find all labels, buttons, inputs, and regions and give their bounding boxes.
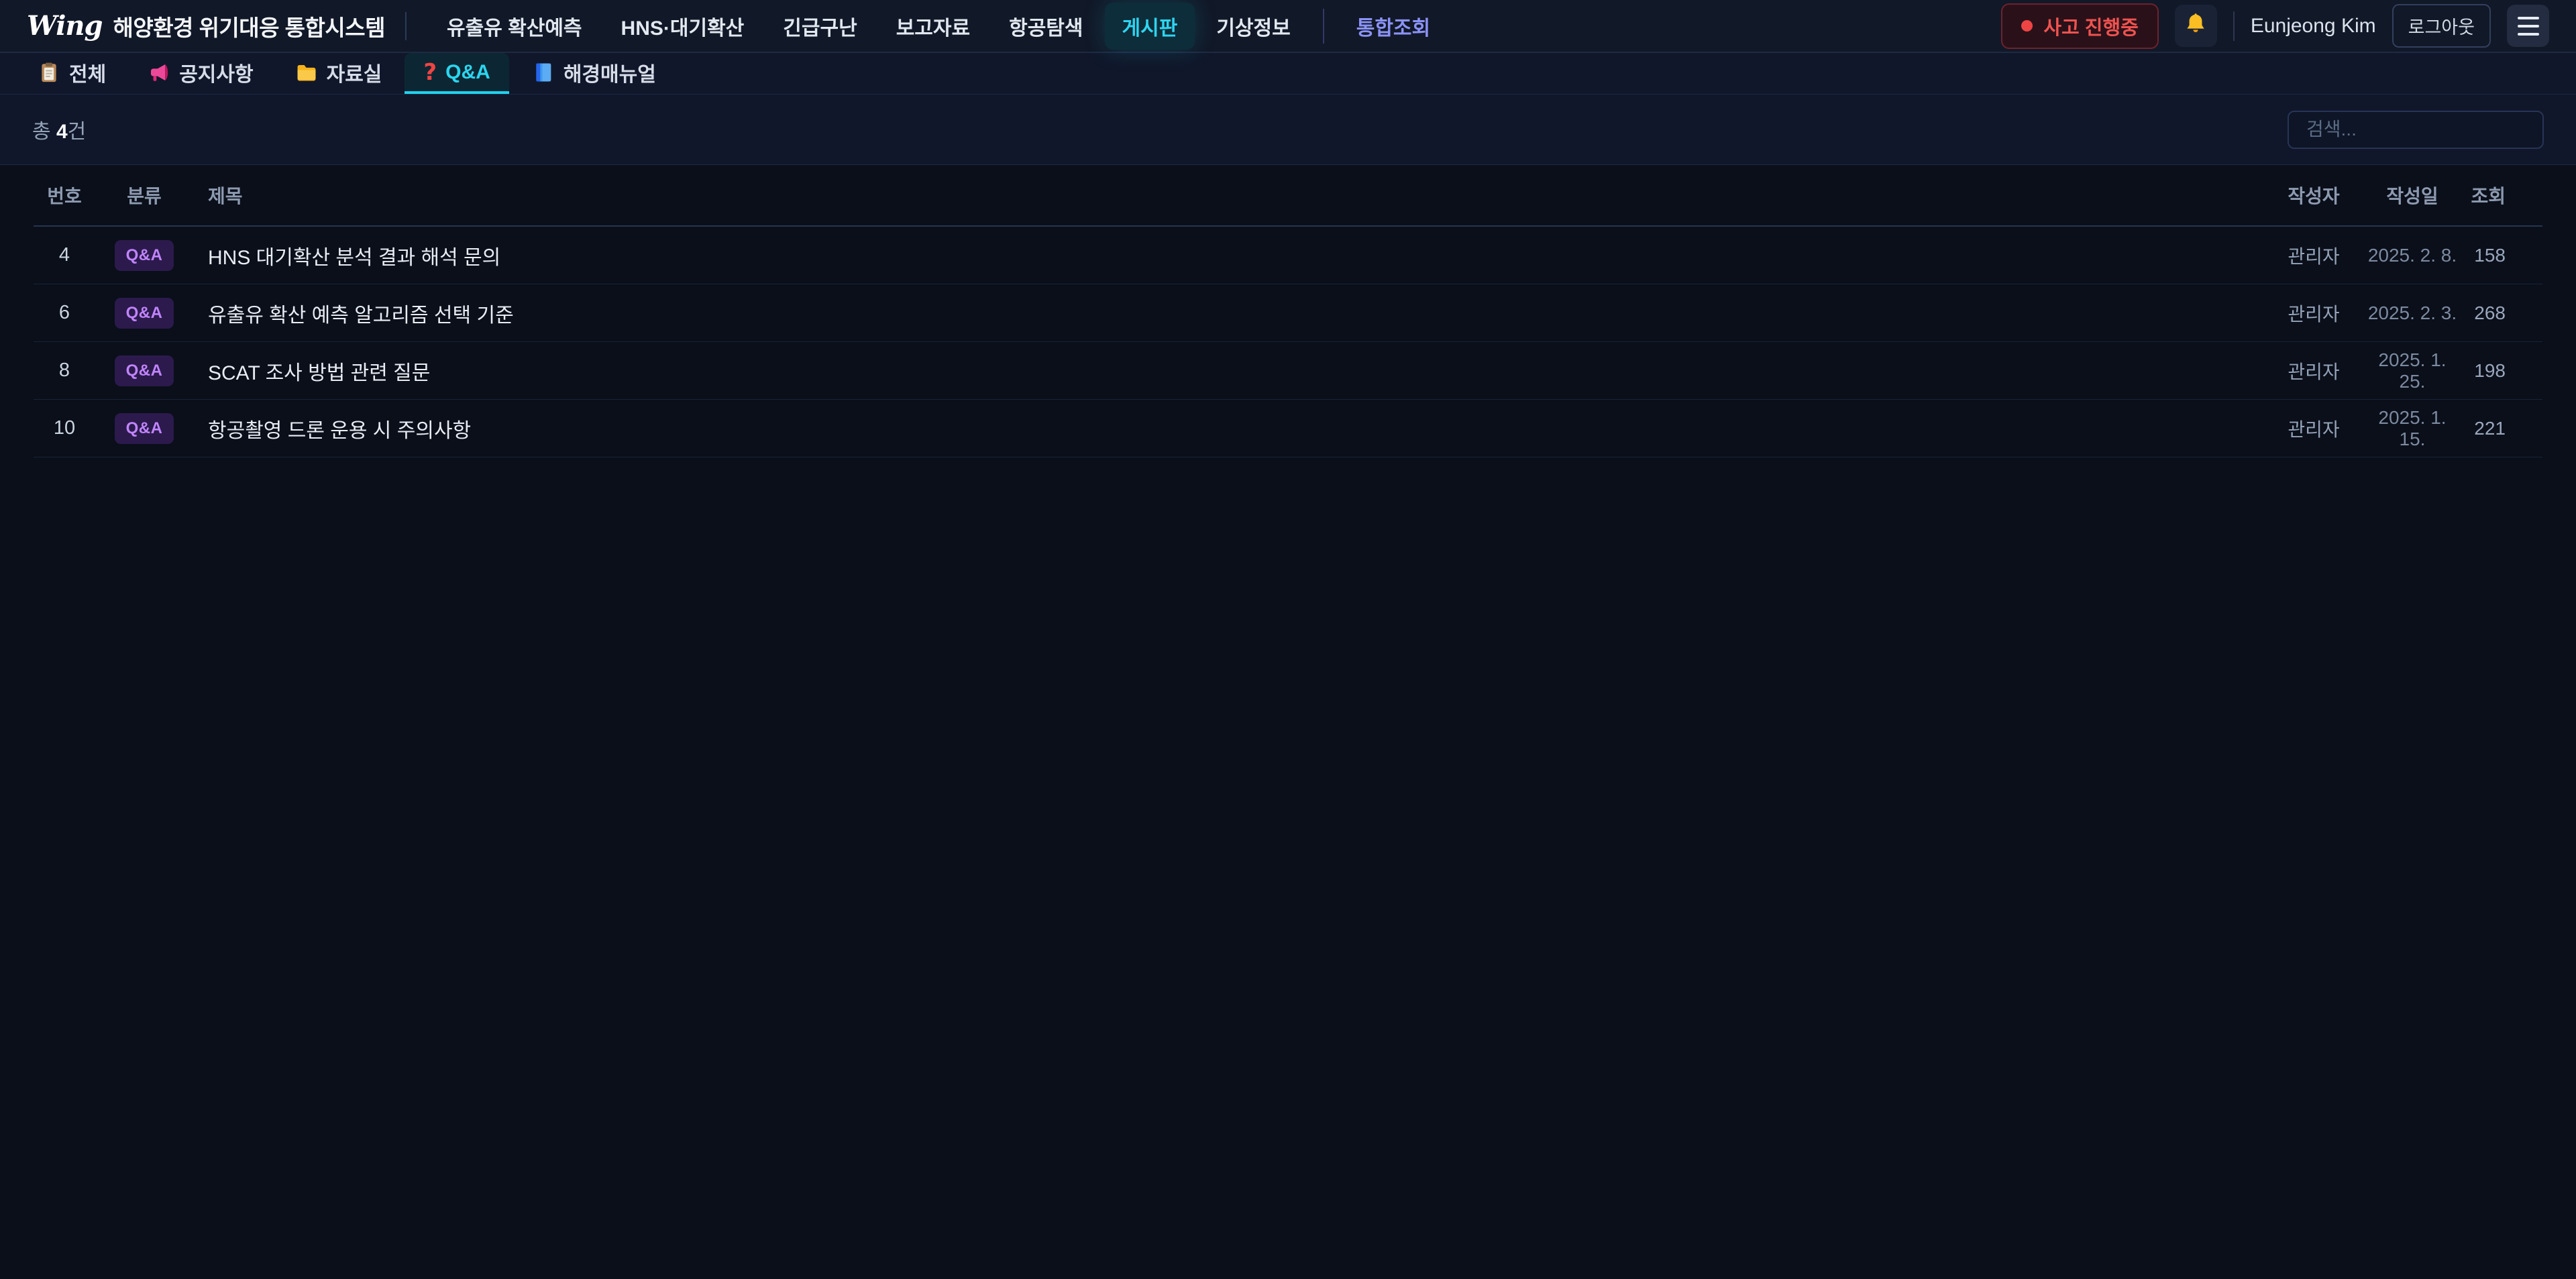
search-input[interactable] bbox=[2288, 111, 2544, 149]
post-views: 198 bbox=[2461, 360, 2542, 382]
row-no: 8 bbox=[34, 359, 95, 382]
table-row[interactable]: 6 Q&A 유출유 확산 예측 알고리즘 선택 기준 관리자 2025. 2. … bbox=[34, 284, 2542, 342]
post-author: 관리자 bbox=[2263, 300, 2364, 327]
qna-board-table: 번호 분류 제목 작성자 작성일 조회 4 Q&A HNS 대기확산 분석 결과… bbox=[34, 165, 2542, 457]
app-logo: Wing bbox=[27, 10, 102, 42]
row-no: 4 bbox=[34, 244, 95, 266]
hamburger-menu-button[interactable] bbox=[2507, 5, 2549, 47]
column-header-category: 분류 bbox=[95, 182, 193, 209]
post-date: 2025. 1. 15. bbox=[2364, 407, 2461, 450]
table-row[interactable]: 10 Q&A 항공촬영 드론 운용 시 주의사항 관리자 2025. 1. 15… bbox=[34, 400, 2542, 457]
logout-button[interactable]: 로그아웃 bbox=[2392, 4, 2491, 48]
row-no: 10 bbox=[34, 417, 95, 439]
post-title[interactable]: SCAT 조사 방법 관련 질문 bbox=[193, 356, 2263, 386]
main-nav: 유출유 확산예측 HNS·대기확산 긴급구난 보고자료 항공탐색 게시판 기상정… bbox=[429, 3, 1448, 50]
post-author: 관리자 bbox=[2263, 415, 2364, 442]
row-no: 6 bbox=[34, 302, 95, 324]
column-header-views: 조회 bbox=[2461, 182, 2542, 209]
user-area-divider bbox=[2233, 11, 2235, 41]
tab-label: 자료실 bbox=[327, 58, 382, 87]
nav-item-oil-spill-prediction[interactable]: 유출유 확산예측 bbox=[429, 3, 600, 50]
question-icon: ? bbox=[423, 59, 437, 86]
folder-icon bbox=[295, 61, 318, 84]
post-title[interactable]: 유출유 확산 예측 알고리즘 선택 기준 bbox=[193, 298, 2263, 328]
tab-kcg-manual[interactable]: 해경매뉴얼 bbox=[513, 53, 675, 94]
post-title[interactable]: 항공촬영 드론 운용 시 주의사항 bbox=[193, 414, 2263, 443]
post-views: 221 bbox=[2461, 418, 2542, 439]
incident-badge-label: 사고 진행중 bbox=[2043, 12, 2138, 40]
post-date: 2025. 2. 3. bbox=[2364, 302, 2461, 324]
table-row[interactable]: 8 Q&A SCAT 조사 방법 관련 질문 관리자 2025. 1. 25. … bbox=[34, 342, 2542, 400]
category-badge: Q&A bbox=[115, 355, 174, 386]
column-header-date: 작성일 bbox=[2364, 182, 2461, 209]
navbar-right: 사고 진행중 Eunjeong Kim 로그아웃 bbox=[2001, 3, 2549, 49]
post-date: 2025. 2. 8. bbox=[2364, 245, 2461, 266]
incident-dot-icon bbox=[2021, 20, 2033, 32]
tab-qna[interactable]: ? Q&A bbox=[405, 53, 508, 94]
post-date: 2025. 1. 25. bbox=[2364, 349, 2461, 392]
brand: Wing 해양환경 위기대응 통합시스템 bbox=[27, 10, 385, 42]
column-header-no: 번호 bbox=[34, 182, 95, 209]
book-icon bbox=[532, 61, 555, 84]
nav-item-reports[interactable]: 보고자료 bbox=[879, 3, 987, 50]
tab-all[interactable]: 전체 bbox=[19, 53, 125, 94]
tab-label: 공지사항 bbox=[179, 58, 253, 87]
bell-icon bbox=[2184, 12, 2208, 40]
category-badge: Q&A bbox=[115, 298, 174, 329]
table-header-row: 번호 분류 제목 작성자 작성일 조회 bbox=[34, 165, 2542, 227]
nav-separator bbox=[1323, 9, 1324, 44]
total-count: 총 4건 bbox=[32, 115, 86, 144]
top-navbar: Wing 해양환경 위기대응 통합시스템 유출유 확산예측 HNS·대기확산 긴… bbox=[0, 0, 2576, 53]
nav-item-emergency-rescue[interactable]: 긴급구난 bbox=[765, 3, 874, 50]
total-count-number: 4 bbox=[56, 121, 68, 143]
nav-item-hns-diffusion[interactable]: HNS·대기확산 bbox=[604, 3, 762, 50]
nav-item-board[interactable]: 게시판 bbox=[1105, 3, 1195, 50]
post-author: 관리자 bbox=[2263, 242, 2364, 269]
column-header-title: 제목 bbox=[193, 182, 2263, 209]
tab-notice[interactable]: 공지사항 bbox=[129, 53, 272, 94]
category-badge: Q&A bbox=[115, 413, 174, 444]
category-badge: Q&A bbox=[115, 240, 174, 271]
nav-item-aerial-search[interactable]: 항공탐색 bbox=[991, 3, 1100, 50]
tab-label: 해경매뉴얼 bbox=[564, 58, 656, 87]
nav-divider bbox=[405, 12, 407, 40]
tab-archive[interactable]: 자료실 bbox=[276, 53, 401, 94]
post-title[interactable]: HNS 대기확산 분석 결과 해석 문의 bbox=[193, 241, 2263, 270]
post-views: 158 bbox=[2461, 245, 2542, 266]
board-toolbar: 총 4건 bbox=[0, 95, 2576, 165]
notifications-button[interactable] bbox=[2175, 5, 2217, 47]
tab-label: 전체 bbox=[69, 58, 106, 87]
megaphone-icon bbox=[148, 61, 170, 84]
tab-label: Q&A bbox=[445, 61, 490, 84]
app-title: 해양환경 위기대응 통합시스템 bbox=[113, 10, 385, 42]
column-header-author: 작성자 bbox=[2263, 182, 2364, 209]
table-row[interactable]: 4 Q&A HNS 대기확산 분석 결과 해석 문의 관리자 2025. 2. … bbox=[34, 227, 2542, 284]
nav-item-weather-info[interactable]: 기상정보 bbox=[1199, 3, 1307, 50]
board-tabstrip: 전체 공지사항 자료실 ? Q&A bbox=[0, 53, 2576, 95]
hamburger-icon bbox=[2518, 17, 2539, 19]
nav-item-integrated-search[interactable]: 통합조회 bbox=[1339, 3, 1448, 50]
post-views: 268 bbox=[2461, 302, 2542, 324]
user-name: Eunjeong Kim bbox=[2251, 15, 2376, 38]
incident-status-badge[interactable]: 사고 진행중 bbox=[2001, 3, 2158, 49]
clipboard-icon bbox=[38, 61, 60, 84]
post-author: 관리자 bbox=[2263, 357, 2364, 384]
